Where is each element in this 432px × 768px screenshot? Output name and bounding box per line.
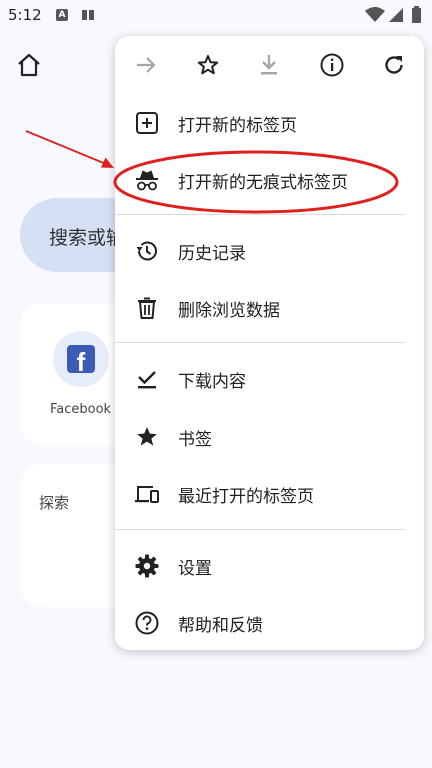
menu-item-label: 下载内容 (178, 372, 246, 392)
page-info-button[interactable] (317, 50, 347, 80)
forward-icon (137, 57, 156, 73)
battery-icon (412, 8, 421, 23)
bookmark-star-icon (137, 427, 157, 446)
menu-item-label: 删除浏览数据 (178, 301, 280, 321)
menu-item-bookmarks[interactable]: 书签 (115, 413, 424, 461)
menu-item-help-feedback[interactable]: 帮助和反馈 (115, 599, 424, 647)
incognito-icon (136, 170, 158, 191)
refresh-button[interactable] (379, 50, 409, 80)
download-icon (261, 55, 277, 75)
menu-divider (115, 342, 405, 343)
shortcut-facebook[interactable]: f (53, 331, 109, 387)
menu-item-label: 最近打开的标签页 (178, 487, 314, 507)
shortcut-label: Facebook (50, 402, 112, 417)
status-bar: 5:12 A (0, 0, 432, 32)
devices-icon (135, 486, 159, 503)
menu-item-clear-browsing-data[interactable]: 删除浏览数据 (115, 284, 424, 332)
menu-item-label: 打开新的无痕式标签页 (178, 173, 348, 193)
explore-label: 探索 (39, 494, 70, 512)
status-system-icons (365, 6, 421, 23)
menu-item-new-tab[interactable]: 打开新的标签页 (115, 99, 424, 147)
overflow-menu: 打开新的标签页 打开新的无痕式标签页 历史记录 删除浏览数据 下载内容 书签 最… (115, 36, 424, 650)
refresh-icon (385, 56, 403, 74)
info-icon (320, 53, 344, 77)
signal-icon (389, 8, 403, 22)
menu-toolbar (115, 36, 424, 94)
search-box-text: 搜索或输 (49, 227, 126, 249)
menu-item-label: 设置 (178, 559, 212, 579)
menu-item-label: 历史记录 (178, 244, 246, 264)
download-button[interactable] (254, 50, 284, 80)
star-outline-icon (197, 55, 219, 75)
home-icon[interactable] (14, 50, 44, 80)
a-letter-icon: A (56, 9, 68, 21)
facebook-logo: f (67, 345, 95, 373)
settings-gear-icon (135, 554, 159, 578)
menu-item-label: 打开新的标签页 (178, 116, 297, 136)
annotation-arrowhead (101, 157, 114, 168)
help-icon (135, 611, 159, 635)
menu-item-history[interactable]: 历史记录 (115, 227, 424, 275)
menu-divider (115, 529, 405, 530)
menu-item-settings[interactable]: 设置 (115, 542, 424, 590)
forward-button[interactable] (131, 50, 161, 80)
history-icon (136, 241, 157, 261)
menu-item-label: 帮助和反馈 (178, 616, 263, 636)
status-time: 5:12 (8, 6, 42, 24)
trash-icon (138, 297, 156, 319)
wifi-icon (365, 7, 385, 22)
annotation-arrow (25, 130, 107, 165)
menu-item-recent-tabs[interactable]: 最近打开的标签页 (115, 470, 424, 518)
downloads-icon (138, 371, 156, 389)
bookmark-button[interactable] (193, 50, 223, 80)
book-icon (82, 10, 94, 20)
menu-divider (115, 214, 405, 215)
menu-item-label: 书签 (178, 430, 212, 450)
menu-item-new-incognito-tab[interactable]: 打开新的无痕式标签页 (115, 156, 424, 204)
menu-item-downloads[interactable]: 下载内容 (115, 355, 424, 403)
new-tab-icon (136, 112, 158, 134)
